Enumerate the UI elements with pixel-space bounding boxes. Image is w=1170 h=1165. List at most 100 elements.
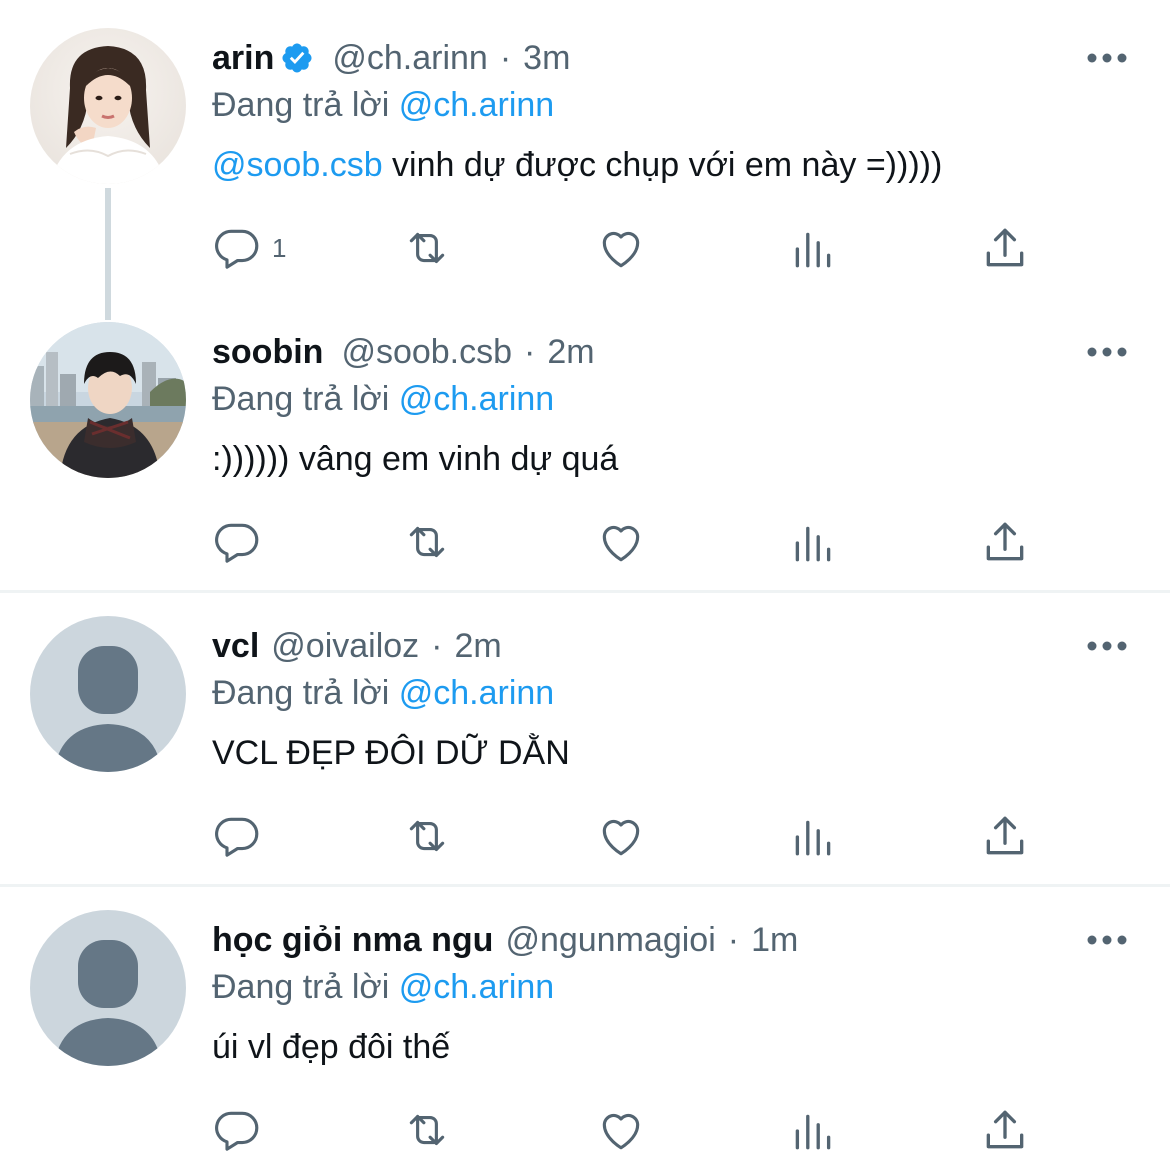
tweet-text: VCL ĐẸP ĐÔI DỮ DẰN (212, 734, 570, 773)
reply-icon (215, 817, 259, 857)
more-icon[interactable] (1086, 342, 1128, 362)
tweet-vcl[interactable]: vcl @oivailoz · 2m Đang trả lời @ch.arin… (0, 616, 1170, 878)
retweet-button[interactable] (402, 808, 452, 864)
like-icon (602, 1113, 640, 1150)
separator-dot: · (499, 38, 512, 77)
reply-icon (215, 229, 259, 269)
action-bar (212, 1102, 1062, 1158)
like-button[interactable] (596, 808, 646, 864)
replying-to-label: Đang trả lời (212, 86, 390, 124)
timestamp[interactable]: 2m (455, 627, 502, 666)
replying-to-line: Đang trả lời @ch.arinn (212, 380, 554, 419)
avatar[interactable] (30, 28, 186, 184)
retweet-button[interactable] (402, 514, 452, 570)
verified-badge-icon (282, 43, 312, 73)
share-button[interactable] (980, 514, 1030, 570)
tweet-header: soobin @soob.csb · 2m (212, 322, 595, 382)
display-name[interactable]: học giỏi nma ngu (212, 921, 493, 960)
action-bar: 1 (212, 220, 1062, 276)
reply-count: 1 (272, 232, 287, 263)
reply-button[interactable]: 1 (212, 220, 286, 276)
share-button[interactable] (980, 220, 1030, 276)
retweet-button[interactable] (402, 1102, 452, 1158)
replying-to-line: Đang trả lời @ch.arinn (212, 86, 554, 125)
like-button[interactable] (596, 514, 646, 570)
user-handle[interactable]: @soob.csb (341, 333, 512, 372)
separator-dot: · (727, 920, 740, 959)
retweet-icon (409, 820, 445, 852)
reply-button[interactable] (212, 808, 262, 864)
views-button[interactable] (788, 220, 838, 276)
separator-dot: · (524, 332, 536, 371)
avatar[interactable] (30, 910, 186, 1066)
share-icon (986, 522, 1024, 561)
like-icon (602, 819, 640, 856)
replying-to-mention[interactable]: @ch.arinn (399, 968, 554, 1006)
replying-to-label: Đang trả lời (212, 380, 390, 418)
tweet-text: @soob.csb vinh dự được chụp với em này =… (212, 146, 942, 185)
views-button[interactable] (788, 808, 838, 864)
tweet-hoc-gioi-nma-ngu[interactable]: học giỏi nma ngu @ngunmagioi · 1m Đang t… (0, 910, 1170, 1165)
replying-to-line: Đang trả lời @ch.arinn (212, 968, 554, 1007)
tweet-arin[interactable]: arin @ch.arinn · 3m Đang trả lời @ch.ari… (0, 28, 1170, 290)
separator-dot: · (431, 626, 443, 665)
more-icon[interactable] (1086, 930, 1128, 950)
reply-button[interactable] (212, 1102, 262, 1158)
replying-to-mention[interactable]: @ch.arinn (399, 380, 554, 418)
replying-to-label: Đang trả lời (212, 674, 390, 712)
display-name[interactable]: arin (212, 39, 274, 78)
replying-to-line: Đang trả lời @ch.arinn (212, 674, 554, 713)
timestamp[interactable]: 1m (751, 921, 798, 960)
share-button[interactable] (980, 1102, 1030, 1158)
reply-button[interactable] (212, 514, 262, 570)
timestamp[interactable]: 2m (547, 333, 594, 372)
replying-to-mention[interactable]: @ch.arinn (399, 86, 554, 124)
replying-to-mention[interactable]: @ch.arinn (399, 674, 554, 712)
tweet-soobin[interactable]: soobin @soob.csb · 2m Đang trả lời @ch.a… (0, 322, 1170, 584)
retweet-icon (409, 1114, 445, 1146)
like-icon (602, 231, 640, 268)
views-icon (795, 820, 831, 856)
tweet-text: úi vl đẹp đôi thế (212, 1028, 450, 1067)
text-content: :)))))) vâng em vinh dự quá (212, 440, 619, 478)
tweet-header: arin @ch.arinn · 3m (212, 28, 570, 88)
share-button[interactable] (980, 808, 1030, 864)
views-button[interactable] (788, 1102, 838, 1158)
display-name[interactable]: soobin (212, 333, 323, 372)
avatar[interactable] (30, 322, 186, 478)
avatar[interactable] (30, 616, 186, 772)
display-name[interactable]: vcl (212, 627, 259, 666)
tweet-header: vcl @oivailoz · 2m (212, 616, 502, 676)
share-icon (986, 816, 1024, 855)
text-content: VCL ĐẸP ĐÔI DỮ DẰN (212, 734, 570, 772)
views-icon (795, 526, 831, 562)
tweet-divider (0, 590, 1170, 593)
action-bar (212, 808, 1062, 864)
action-bar (212, 514, 1062, 570)
views-icon (795, 232, 831, 268)
retweet-icon (409, 526, 445, 558)
tweet-text: :)))))) vâng em vinh dự quá (212, 440, 618, 479)
text-content: úi vl đẹp đôi thế (212, 1028, 451, 1066)
user-handle[interactable]: @ngunmagioi (505, 921, 715, 960)
tweet-header: học giỏi nma ngu @ngunmagioi · 1m (212, 910, 798, 970)
like-icon (602, 525, 640, 562)
views-button[interactable] (788, 514, 838, 570)
views-icon (795, 1114, 831, 1150)
reply-icon (215, 1111, 259, 1151)
more-icon[interactable] (1086, 636, 1128, 656)
like-button[interactable] (596, 1102, 646, 1158)
replying-to-label: Đang trả lời (212, 968, 390, 1006)
user-handle[interactable]: @ch.arinn (332, 39, 487, 78)
text-content: vinh dự được chụp với em này =))))) (382, 146, 943, 184)
retweet-icon (409, 232, 445, 264)
more-icon[interactable] (1086, 48, 1128, 68)
tweet-divider (0, 884, 1170, 887)
text-mention[interactable]: @soob.csb (212, 146, 383, 184)
reply-icon (215, 523, 259, 563)
user-handle[interactable]: @oivailoz (271, 627, 419, 666)
like-button[interactable] (596, 220, 646, 276)
timestamp[interactable]: 3m (523, 39, 570, 78)
share-icon (986, 228, 1024, 267)
retweet-button[interactable] (402, 220, 452, 276)
